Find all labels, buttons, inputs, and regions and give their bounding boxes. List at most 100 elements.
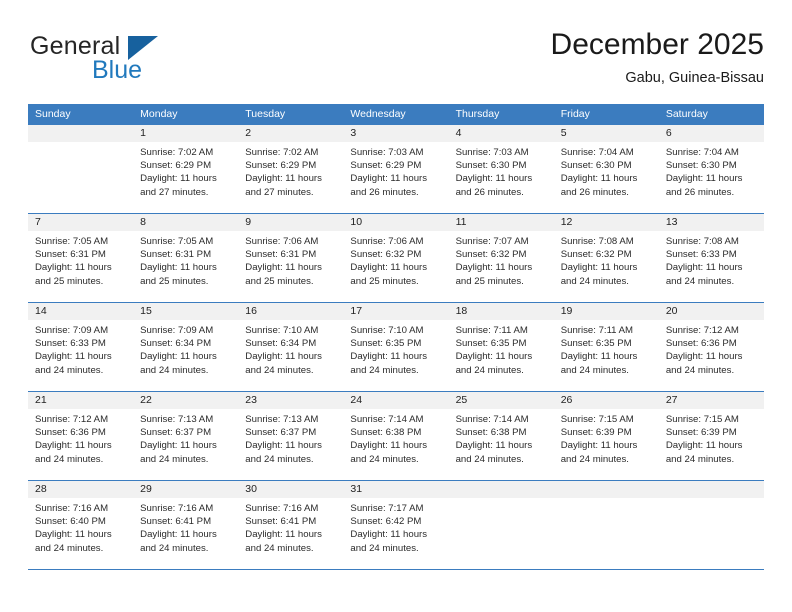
day-cell[interactable]: Sunrise: 7:12 AM Sunset: 6:36 PM Daylight:… (28, 409, 133, 480)
day-cell[interactable]: Sunrise: 7:09 AM Sunset: 6:33 PM Daylight:… (28, 320, 133, 391)
weekday-header-row: Sunday Monday Tuesday Wednesday Thursday Frid… (28, 104, 764, 125)
day-cell[interactable]: Sunrise: 7:04 AM Sunset: 6:30 PM Daylight:… (554, 142, 659, 213)
day-cell[interactable]: Sunrise: 7:14 AM Sunset: 6:38 PM Daylight:… (449, 409, 554, 480)
day-number[interactable]: 29 (133, 481, 238, 498)
general-blue-logo[interactable]: General Blue (30, 32, 230, 92)
day-cell[interactable]: Sunrise: 7:02 AM Sunset: 6:29 PM Daylight:… (133, 142, 238, 213)
sunrise-text: Sunrise: 7:11 AM (455, 325, 528, 336)
day-number[interactable]: 30 (238, 481, 343, 498)
day-number[interactable]: 17 (343, 303, 448, 320)
day-number[interactable]: 3 (343, 125, 448, 142)
calendar-week-row: 7 8 9 10 11 12 13 Sunrise: 7:05 AM Sunset: 6:31 … (28, 214, 764, 303)
daylight-text-line2: and 25 minutes. (350, 275, 419, 287)
day-number[interactable]: 20 (659, 303, 764, 320)
day-number[interactable]: 27 (659, 392, 764, 409)
daylight-text-line2: and 24 minutes. (350, 364, 419, 376)
daylight-text-line1: Daylight: 11 hours (455, 351, 533, 363)
day-number[interactable]: 23 (238, 392, 343, 409)
day-number[interactable]: 1 (133, 125, 238, 142)
daylight-text-line1: Daylight: 11 hours (245, 173, 322, 185)
sunrise-text: Sunrise: 7:04 AM (665, 147, 739, 158)
day-number[interactable]: 2 (238, 125, 343, 142)
day-number[interactable]: 8 (133, 214, 238, 231)
day-number[interactable]: 13 (659, 214, 764, 231)
day-number[interactable]: 15 (133, 303, 238, 320)
day-cell[interactable]: Sunrise: 7:04 AM Sunset: 6:30 PM Daylight:… (659, 142, 764, 213)
day-number-row: 7 8 9 10 11 12 13 (28, 214, 764, 231)
day-number[interactable]: 24 (343, 392, 448, 409)
day-cell[interactable]: Sunrise: 7:13 AM Sunset: 6:37 PM Daylight:… (238, 409, 343, 480)
day-cell[interactable]: Sunrise: 7:08 AM Sunset: 6:33 PM Daylight:… (659, 231, 764, 302)
day-number[interactable]: 5 (554, 125, 659, 142)
day-number[interactable]: 25 (449, 392, 554, 409)
day-number[interactable]: 26 (554, 392, 659, 409)
day-cell[interactable]: Sunrise: 7:10 AM Sunset: 6:34 PM Daylight:… (238, 320, 343, 391)
day-cell[interactable]: Sunrise: 7:05 AM Sunset: 6:31 PM Daylight:… (28, 231, 133, 302)
day-number[interactable]: 16 (238, 303, 343, 320)
day-number[interactable]: 19 (554, 303, 659, 320)
sunset-text: Sunset: 6:29 PM (140, 160, 212, 172)
day-cell[interactable]: Sunrise: 7:15 AM Sunset: 6:39 PM Daylight:… (554, 409, 659, 480)
day-number[interactable]: 6 (659, 125, 764, 142)
sunset-text: Sunset: 6:38 PM (455, 427, 527, 439)
sunset-text: Sunset: 6:32 PM (455, 249, 527, 261)
day-number[interactable]: 12 (554, 214, 659, 231)
day-number[interactable]: 14 (28, 303, 133, 320)
daylight-text-line2: and 24 minutes. (35, 453, 104, 465)
day-cell[interactable]: Sunrise: 7:03 AM Sunset: 6:29 PM Daylight:… (343, 142, 448, 213)
day-cell[interactable]: Sunrise: 7:16 AM Sunset: 6:40 PM Daylight:… (28, 498, 133, 569)
day-cell[interactable]: Sunrise: 7:05 AM Sunset: 6:31 PM Daylight:… (133, 231, 238, 302)
sunset-text: Sunset: 6:30 PM (665, 160, 737, 172)
daylight-text-line2: and 24 minutes. (140, 542, 209, 554)
day-number-row: 28 29 30 31 (28, 481, 764, 498)
day-cell[interactable]: Sunrise: 7:17 AM Sunset: 6:42 PM Daylight:… (343, 498, 448, 569)
day-cell[interactable]: Sunrise: 7:06 AM Sunset: 6:31 PM Daylight:… (238, 231, 343, 302)
day-number[interactable]: 10 (343, 214, 448, 231)
day-cell[interactable]: Sunrise: 7:13 AM Sunset: 6:37 PM Daylight:… (133, 409, 238, 480)
day-cell[interactable]: Sunrise: 7:14 AM Sunset: 6:38 PM Daylight:… (343, 409, 448, 480)
calendar-week-row: 28 29 30 31 Sunrise: 7:16 AM Sunset: 6:40 PM D… (28, 481, 764, 570)
day-number[interactable]: 21 (28, 392, 133, 409)
day-number[interactable]: 22 (133, 392, 238, 409)
day-cell[interactable]: Sunrise: 7:09 AM Sunset: 6:34 PM Daylight:… (133, 320, 238, 391)
sunset-text: Sunset: 6:40 PM (35, 516, 106, 528)
sunrise-text: Sunrise: 7:14 AM (350, 414, 424, 425)
day-number[interactable]: 28 (28, 481, 133, 498)
day-cell[interactable]: Sunrise: 7:11 AM Sunset: 6:35 PM Daylight:… (554, 320, 659, 391)
sunset-text: Sunset: 6:30 PM (455, 160, 527, 172)
sunset-text: Sunset: 6:38 PM (350, 427, 422, 439)
daylight-text-line2: and 25 minutes. (35, 275, 104, 287)
day-number[interactable]: 31 (343, 481, 448, 498)
day-cell[interactable]: Sunrise: 7:03 AM Sunset: 6:30 PM Daylight:… (449, 142, 554, 213)
day-cell[interactable]: Sunrise: 7:06 AM Sunset: 6:32 PM Daylight:… (343, 231, 448, 302)
day-number[interactable]: 9 (238, 214, 343, 231)
day-number[interactable]: 11 (449, 214, 554, 231)
sunset-text: Sunset: 6:41 PM (245, 516, 317, 528)
day-cell[interactable]: Sunrise: 7:10 AM Sunset: 6:35 PM Daylight:… (343, 320, 448, 391)
day-cell[interactable]: Sunrise: 7:02 AM Sunset: 6:29 PM Daylight:… (238, 142, 343, 213)
sunrise-text: Sunrise: 7:02 AM (245, 147, 319, 158)
sunset-text: Sunset: 6:35 PM (455, 338, 527, 350)
day-cell-empty (659, 498, 764, 569)
calendar-week-row: 21 22 23 24 25 26 27 Sunrise: 7:12 AM Sunset: 6:… (28, 392, 764, 481)
day-number[interactable]: 7 (28, 214, 133, 231)
calendar-week-row: 1 2 3 4 5 6 Sunrise: 7:02 AM Sunset: 6:29 PM Day… (28, 125, 764, 214)
day-cell[interactable]: Sunrise: 7:11 AM Sunset: 6:35 PM Daylight:… (449, 320, 554, 391)
day-number[interactable]: 4 (449, 125, 554, 142)
sunrise-text: Sunrise: 7:17 AM (350, 503, 424, 514)
day-cell[interactable]: Sunrise: 7:15 AM Sunset: 6:39 PM Daylight:… (659, 409, 764, 480)
sunset-text: Sunset: 6:31 PM (140, 249, 212, 261)
daylight-text-line2: and 24 minutes. (35, 364, 104, 376)
day-cell[interactable]: Sunrise: 7:12 AM Sunset: 6:36 PM Daylight:… (659, 320, 764, 391)
logo-text-blue: Blue (92, 56, 143, 84)
day-cell[interactable]: Sunrise: 7:16 AM Sunset: 6:41 PM Daylight:… (238, 498, 343, 569)
day-cell[interactable]: Sunrise: 7:07 AM Sunset: 6:32 PM Daylight:… (449, 231, 554, 302)
daylight-text-line2: and 26 minutes. (455, 186, 524, 198)
sunset-text: Sunset: 6:32 PM (350, 249, 422, 261)
day-number[interactable]: 18 (449, 303, 554, 320)
daylight-text-line2: and 25 minutes. (140, 275, 209, 287)
day-cell[interactable]: Sunrise: 7:08 AM Sunset: 6:32 PM Daylight:… (554, 231, 659, 302)
day-cell[interactable]: Sunrise: 7:16 AM Sunset: 6:41 PM Daylight:… (133, 498, 238, 569)
daylight-text-line2: and 24 minutes. (35, 542, 104, 554)
sunrise-text: Sunrise: 7:16 AM (140, 503, 214, 514)
